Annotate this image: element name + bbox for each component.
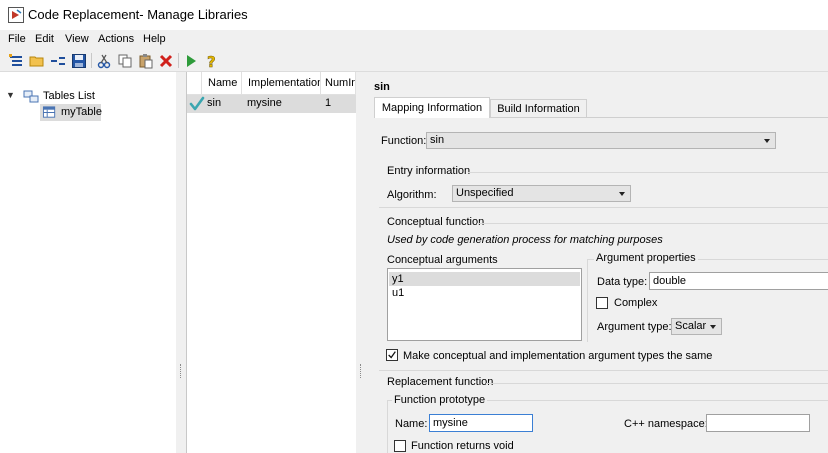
namespace-field[interactable] xyxy=(706,414,810,432)
namespace-label: C++ namespace: xyxy=(624,418,708,430)
function-prototype-title: Function prototype xyxy=(392,394,488,406)
tab-mapping-information[interactable]: Mapping Information xyxy=(374,97,490,118)
table-header-implementation[interactable]: Implementation xyxy=(242,72,321,95)
tables-list-icon xyxy=(23,88,39,104)
menu-view[interactable]: View xyxy=(65,33,89,45)
name-field[interactable]: mysine xyxy=(429,414,533,432)
argument-type-value: Scalar xyxy=(675,320,707,332)
dropdown-arrow-icon xyxy=(619,192,625,196)
details-panel: sin Mapping Information Build Informatio… xyxy=(368,72,828,453)
title-bar: Code Replacement- Manage Libraries xyxy=(0,0,828,30)
group-divider xyxy=(477,223,828,224)
details-header: sin xyxy=(374,81,390,93)
list-item-selected[interactable]: y1 xyxy=(389,272,580,286)
splitter-grip xyxy=(180,364,183,378)
table-header-name[interactable]: Name xyxy=(202,72,242,95)
cell-implementation: mysine xyxy=(247,97,282,109)
conceptual-arguments-list[interactable]: y1 u1 xyxy=(387,268,582,341)
function-dropdown[interactable]: sin xyxy=(426,132,776,149)
conceptual-description: Used by code generation process for matc… xyxy=(387,234,663,246)
cell-numin: 1 xyxy=(325,97,332,109)
complex-label: Complex xyxy=(614,297,658,309)
checkmark-icon xyxy=(388,351,396,359)
delete-icon[interactable] xyxy=(157,52,175,69)
window-title: Code Replacement- Manage Libraries xyxy=(28,7,248,22)
entries-table: Name Implementation NumIn sin mysine 1 xyxy=(186,72,358,453)
same-types-label: Make conceptual and implementation argum… xyxy=(403,350,713,362)
table-header-status xyxy=(187,72,202,95)
table-header-numin[interactable]: NumIn xyxy=(321,72,356,95)
table-icon xyxy=(42,105,58,120)
conceptual-function-title: Conceptual function xyxy=(387,216,485,228)
cell-name: sin xyxy=(207,97,222,109)
complex-checkbox[interactable] xyxy=(596,297,608,309)
returns-void-label: Function returns void xyxy=(411,440,514,452)
menu-bar: File Edit View Actions Help xyxy=(0,31,828,49)
group-divider xyxy=(379,370,828,371)
list-item[interactable]: u1 xyxy=(389,286,580,300)
save-icon[interactable] xyxy=(70,52,88,69)
group-divider xyxy=(486,383,828,384)
entry-info-title: Entry information xyxy=(387,165,471,177)
algorithm-label: Algorithm: xyxy=(387,189,437,201)
conceptual-arguments-title: Conceptual arguments xyxy=(387,254,498,266)
function-label: Function: xyxy=(381,135,427,147)
panel-splitter[interactable] xyxy=(176,72,186,453)
valid-checkmark-icon xyxy=(189,96,205,112)
svg-text:?: ? xyxy=(207,53,216,69)
open-folder-icon[interactable] xyxy=(28,52,46,69)
function-dropdown-value: sin xyxy=(430,134,445,146)
datatype-label: Data type: xyxy=(597,276,648,288)
tab-build-information[interactable]: Build Information xyxy=(490,99,587,118)
toolbar-separator xyxy=(178,53,179,68)
dropdown-arrow-icon xyxy=(710,325,716,329)
datatype-field[interactable]: double xyxy=(649,272,828,290)
tree-item-label: myTable xyxy=(61,106,102,118)
cut-icon[interactable] xyxy=(95,52,113,69)
menu-help[interactable]: Help xyxy=(143,33,166,45)
menu-file[interactable]: File xyxy=(8,33,26,45)
run-icon[interactable] xyxy=(182,52,200,69)
argument-type-dropdown[interactable]: Scalar xyxy=(671,318,722,335)
list-item-label: u1 xyxy=(392,287,405,299)
copy-icon[interactable] xyxy=(116,52,134,69)
toolbar-separator xyxy=(91,53,92,68)
name-label: Name: xyxy=(395,418,428,430)
table-row[interactable]: sin mysine 1 xyxy=(187,95,356,113)
group-divider xyxy=(468,172,828,173)
algorithm-dropdown-value: Unspecified xyxy=(456,187,514,199)
new-table-icon[interactable] xyxy=(7,52,25,69)
menu-edit[interactable]: Edit xyxy=(35,33,54,45)
name-field-value: mysine xyxy=(433,417,468,429)
splitter-grip xyxy=(360,364,363,378)
new-entry-icon[interactable] xyxy=(49,52,67,69)
menu-actions[interactable]: Actions xyxy=(98,33,134,45)
toolbar: ? xyxy=(0,49,828,72)
algorithm-dropdown[interactable]: Unspecified xyxy=(452,185,631,202)
app-icon xyxy=(8,7,24,23)
dropdown-arrow-icon xyxy=(764,139,770,143)
collapse-arrow-icon[interactable]: ▼ xyxy=(6,90,15,100)
replacement-function-title: Replacement function xyxy=(387,376,494,388)
argument-type-label: Argument type: xyxy=(597,321,672,333)
paste-icon[interactable] xyxy=(137,52,155,69)
same-types-checkbox[interactable] xyxy=(386,349,398,361)
returns-void-checkbox[interactable] xyxy=(394,440,406,452)
argument-properties-title: Argument properties xyxy=(594,252,698,264)
tables-tree: ▼ Tables List myTable xyxy=(0,72,177,453)
help-icon[interactable]: ? xyxy=(203,52,221,69)
list-item-label: y1 xyxy=(392,273,404,285)
group-divider xyxy=(379,207,828,208)
tree-item-mytable[interactable]: myTable xyxy=(40,104,102,121)
panel-splitter[interactable] xyxy=(356,72,368,453)
datatype-value: double xyxy=(653,275,687,287)
tree-root-label[interactable]: Tables List xyxy=(43,90,95,102)
